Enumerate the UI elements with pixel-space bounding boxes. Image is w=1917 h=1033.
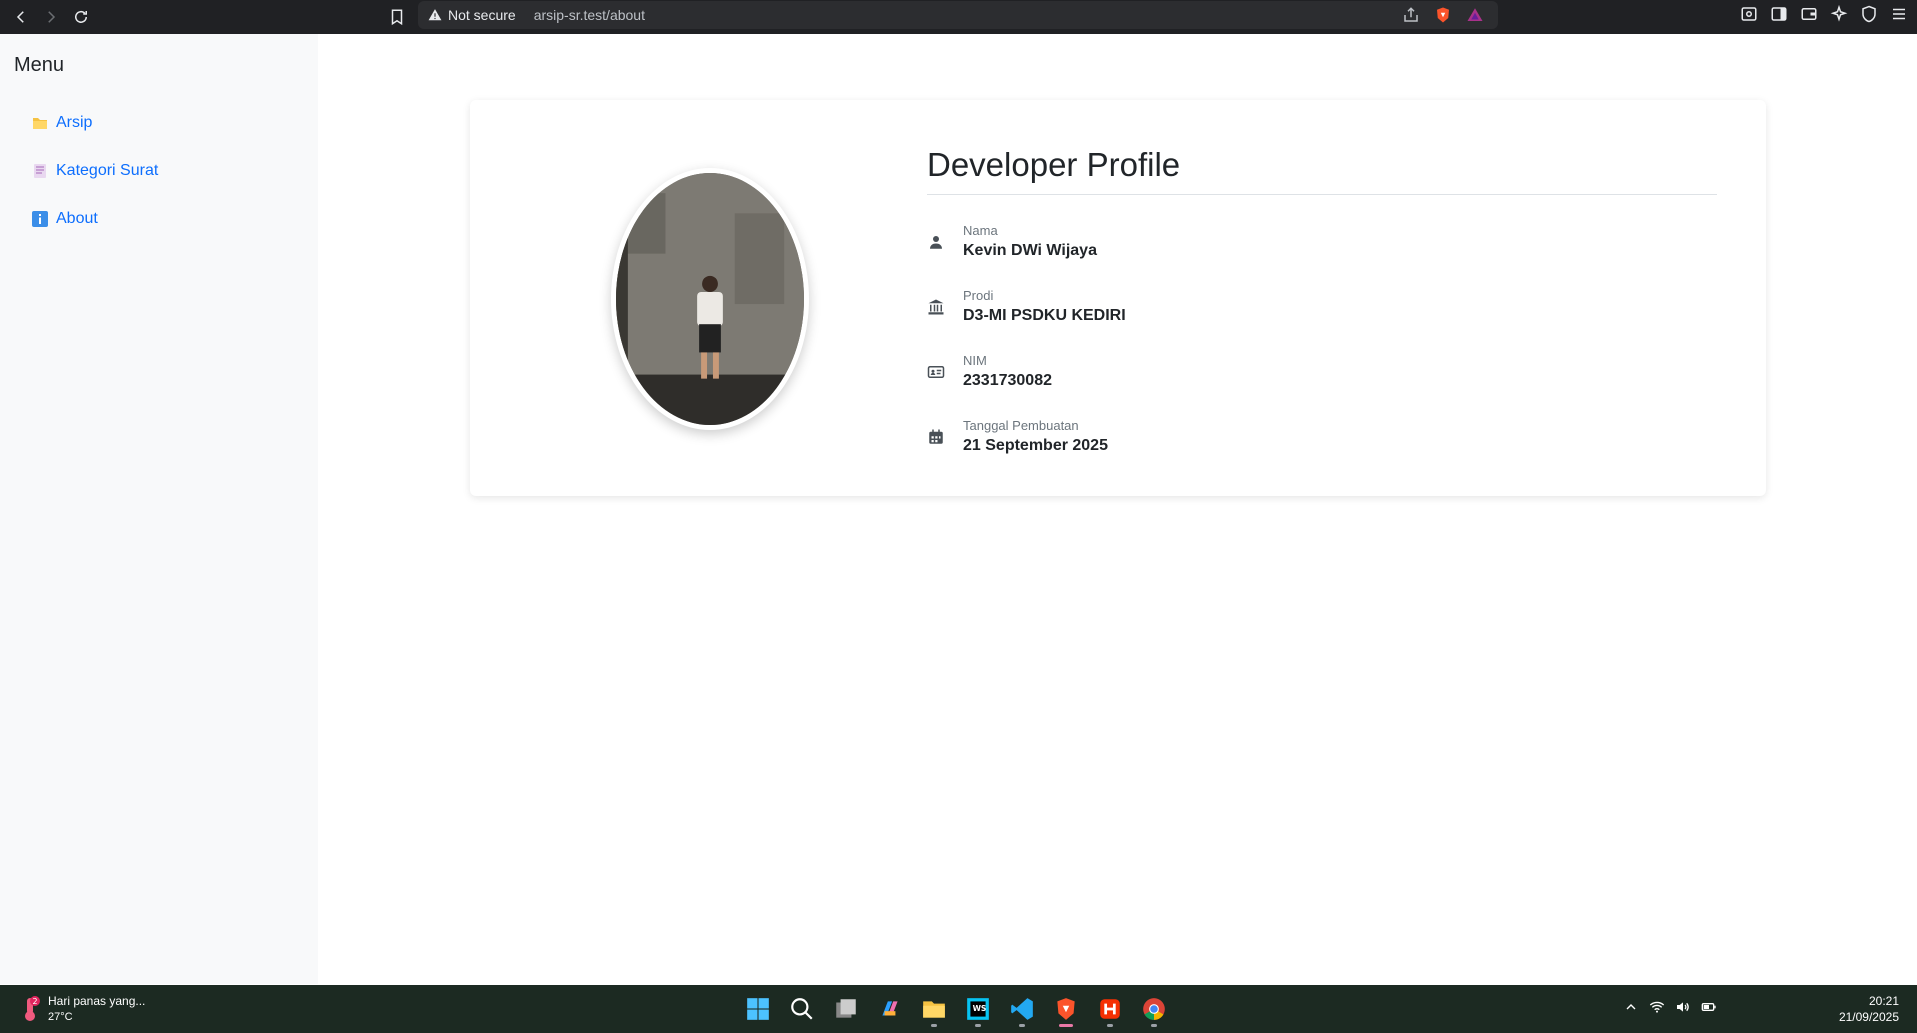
field-value: Kevin DWi Wijaya: [963, 242, 1097, 259]
clock[interactable]: 20:21 21/09/2025: [1839, 993, 1899, 1025]
sidebar-item-about[interactable]: About: [0, 195, 318, 243]
copilot-button[interactable]: [874, 991, 906, 1027]
field-label: Tanggal Pembuatan: [963, 418, 1079, 433]
screenshot-button[interactable]: [1739, 4, 1759, 24]
start-button[interactable]: [742, 991, 774, 1027]
chrome-button[interactable]: [1138, 991, 1170, 1027]
chrome-icon: [1143, 998, 1165, 1020]
document-icon: [32, 163, 48, 179]
volume-icon[interactable]: [1675, 999, 1691, 1015]
system-tray: [1623, 999, 1717, 1015]
brave-rewards-icon[interactable]: [1466, 6, 1484, 24]
sidebar-panel-icon: [1771, 7, 1787, 21]
forward-button[interactable]: [36, 2, 66, 32]
security-status[interactable]: Not secure: [448, 7, 516, 23]
reload-icon: [75, 10, 87, 23]
id-card-icon: [927, 362, 963, 382]
page-title: Developer Profile: [927, 146, 1717, 195]
field-label: NIM: [963, 353, 987, 368]
sparkle-icon: [1830, 5, 1848, 22]
bookmark-icon: [391, 9, 403, 26]
profile-field-prodi: Prodi D3-MI PSDKU KEDIRI: [927, 288, 1717, 325]
svg-text:2: 2: [32, 997, 37, 1006]
info-icon: [32, 211, 48, 227]
windows-logo-icon: [747, 998, 769, 1020]
weather-widget[interactable]: 2 Hari panas yang... 27°C: [18, 993, 145, 1025]
brave-shields-icon[interactable]: [1434, 6, 1452, 24]
search-icon: [791, 998, 813, 1020]
wallet-button[interactable]: [1799, 4, 1819, 24]
sidebar-toggle-button[interactable]: [1769, 4, 1789, 24]
taskbar-apps: WS: [742, 991, 1170, 1027]
wallet-icon: [1801, 8, 1817, 20]
sidebar-menu: Arsip Kategori Surat About: [0, 99, 318, 243]
task-view-icon: [836, 999, 856, 1018]
sidebar-item-arsip[interactable]: Arsip: [0, 99, 318, 147]
screenshot-icon: [1741, 7, 1757, 21]
weather-text: Hari panas yang...: [48, 994, 146, 1008]
clock-time: 20:21: [1868, 994, 1899, 1008]
bookmark-button[interactable]: [382, 2, 412, 32]
wifi-icon[interactable]: [1649, 999, 1665, 1015]
field-label: Prodi: [963, 288, 994, 303]
warning-icon: [428, 9, 442, 21]
profile-card: Developer Profile Nama Kevin DWi Wijaya …: [470, 100, 1766, 496]
browser-toolbar: Not secure arsip-sr.test/about: [0, 0, 1917, 34]
hamburger-menu-icon: [1893, 8, 1905, 20]
forward-arrow-icon: [48, 11, 56, 23]
profile-field-nama: Nama Kevin DWi Wijaya: [927, 223, 1717, 260]
svg-text:WS: WS: [973, 1004, 987, 1013]
university-icon: [927, 297, 963, 317]
folder-icon: [32, 115, 48, 131]
main-menu-button[interactable]: [1889, 4, 1909, 24]
search-button[interactable]: [786, 991, 818, 1027]
field-value: D3-MI PSDKU KEDIRI: [963, 307, 1126, 324]
task-view-button[interactable]: [830, 991, 862, 1027]
sidebar: Menu Arsip Kategori Surat About: [0, 34, 318, 984]
back-button[interactable]: [6, 2, 36, 32]
folder-icon: [923, 1001, 945, 1018]
leo-ai-button[interactable]: [1829, 4, 1849, 24]
vscode-icon: [1011, 998, 1033, 1020]
taskbar: 2 Hari panas yang... 27°C WS 20:21 21/09…: [0, 985, 1917, 1033]
vscode-button[interactable]: [1006, 991, 1038, 1027]
profile-photo: [616, 173, 804, 425]
calendar-icon: [927, 427, 963, 447]
reload-button[interactable]: [66, 2, 96, 32]
thermometer-icon: 2: [25, 996, 40, 1021]
profile-field-tanggal: Tanggal Pembuatan 21 September 2025: [927, 418, 1717, 455]
sidebar-item-kategori-surat[interactable]: Kategori Surat: [0, 147, 318, 195]
field-label: Nama: [963, 223, 998, 238]
copilot-icon: [882, 1001, 898, 1016]
user-icon: [927, 232, 963, 252]
chevron-up-icon[interactable]: [1623, 999, 1639, 1015]
profile-details: Developer Profile Nama Kevin DWi Wijaya …: [927, 146, 1717, 455]
url-text[interactable]: arsip-sr.test/about: [534, 7, 645, 23]
shield-icon: [1862, 5, 1876, 23]
profile-field-nim: NIM 2331730082: [927, 353, 1717, 390]
sidebar-title: Menu: [14, 54, 65, 76]
sidebar-item-label[interactable]: Arsip: [56, 114, 92, 132]
sidebar-item-label[interactable]: About: [56, 210, 98, 228]
field-value: 2331730082: [963, 372, 1052, 389]
brave-icon: [1057, 998, 1075, 1020]
avatar: [611, 168, 809, 430]
back-arrow-icon: [16, 11, 24, 23]
share-icon[interactable]: [1402, 6, 1420, 24]
battery-icon[interactable]: [1701, 999, 1717, 1015]
sidebar-item-label[interactable]: Kategori Surat: [56, 162, 158, 180]
address-bar[interactable]: Not secure arsip-sr.test/about: [418, 1, 1498, 29]
herd-button[interactable]: [1094, 991, 1126, 1027]
herd-icon: [1100, 999, 1120, 1019]
field-value: 21 September 2025: [963, 437, 1108, 454]
temperature-text: 27°C: [48, 1011, 73, 1023]
file-explorer-button[interactable]: [918, 991, 950, 1027]
vpn-button[interactable]: [1859, 4, 1879, 24]
clock-date: 21/09/2025: [1838, 1010, 1899, 1024]
brave-button[interactable]: [1050, 991, 1082, 1027]
webstorm-button[interactable]: WS: [962, 991, 994, 1027]
webstorm-icon: WS: [967, 998, 989, 1020]
